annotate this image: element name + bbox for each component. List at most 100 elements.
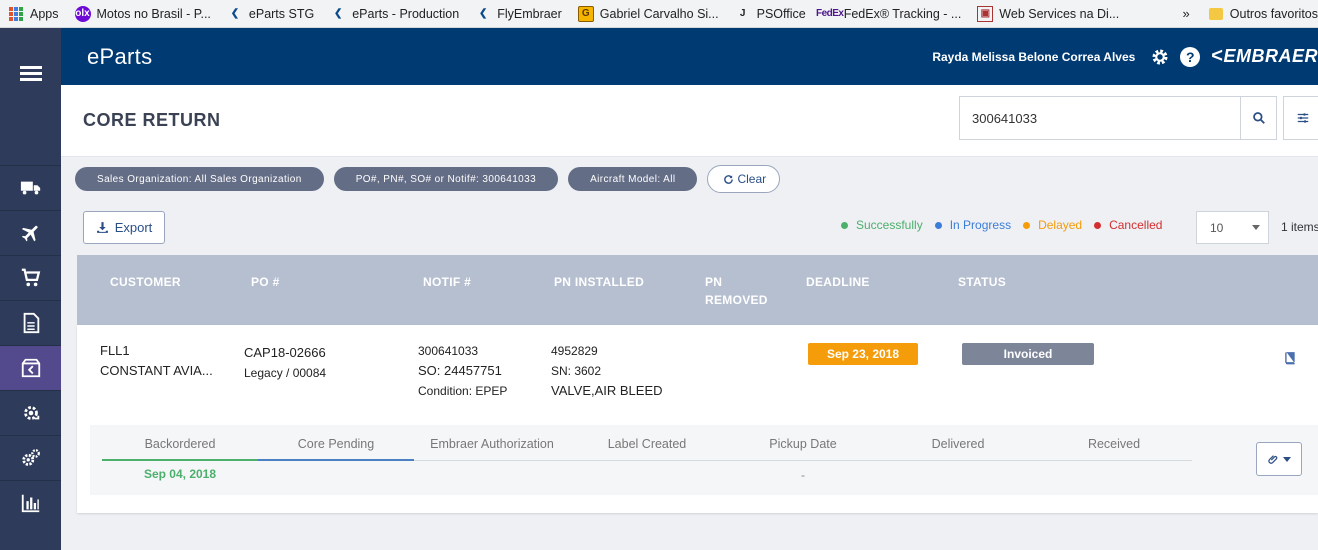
gear-icon[interactable]: [1150, 47, 1170, 67]
sidebar-item-cart[interactable]: [0, 255, 61, 300]
bookmark-psoffice[interactable]: J PSOffice: [727, 0, 814, 27]
customer-name: CONSTANT AVIA...: [100, 363, 213, 378]
sidebar-item-settings[interactable]: [0, 435, 61, 480]
customer-cell: FLL1 CONSTANT AVIA...: [100, 341, 213, 381]
brand-name[interactable]: eParts: [87, 44, 152, 70]
tracker-segment-current: [258, 459, 414, 461]
legend-label: Cancelled: [1109, 218, 1163, 232]
chip-aircraft-model[interactable]: Aircraft Model: All: [568, 167, 698, 191]
bookmark-eparts-production[interactable]: ❮ eParts - Production: [322, 0, 467, 27]
gear-exchange-icon: [23, 406, 39, 420]
legend-label: In Progress: [949, 218, 1012, 232]
notif-cell: 300641033 SO: 24457751 Condition: EPEP: [418, 341, 507, 401]
bookmark-label: Apps: [30, 6, 59, 21]
step-embraer-authorization: Embraer Authorization: [430, 437, 554, 451]
embraer-logo: <EMBRAER: [1211, 45, 1318, 68]
legend-successfully: Successfully: [841, 218, 923, 232]
gc-icon: G: [577, 5, 594, 22]
advanced-filter-button[interactable]: [1283, 96, 1318, 140]
chip-sales-org[interactable]: Sales Organization: All Sales Organizati…: [75, 167, 324, 191]
export-button[interactable]: Export: [83, 211, 165, 244]
bookmark-motos[interactable]: olx Motos no Brasil - P...: [67, 0, 219, 27]
bookmarks-bar: Apps olx Motos no Brasil - P... ❮ eParts…: [0, 0, 1318, 28]
bookmark-webservices[interactable]: ▣ Web Services na Di...: [969, 0, 1127, 27]
sidebar-item-core-return[interactable]: [0, 345, 61, 390]
sidebar-item-exchange[interactable]: [0, 390, 61, 435]
clear-filters-button[interactable]: Clear: [707, 165, 781, 193]
help-icon[interactable]: ?: [1180, 46, 1201, 67]
tracker-segment-complete: [102, 459, 258, 461]
chip-search-term[interactable]: PO#, PN#, SO# or Notif#: 300641033: [333, 167, 559, 191]
embraer-icon: ❮: [479, 8, 488, 19]
clear-label: Clear: [737, 172, 767, 186]
page-size-select[interactable]: 10: [1196, 211, 1269, 244]
step-received: Received: [1087, 437, 1141, 451]
bookmark-label: PSOffice: [756, 6, 806, 21]
embraer-icon: ❮: [334, 8, 343, 19]
legend-label: Successfully: [856, 218, 923, 232]
serial-number: SN: 3602: [551, 364, 602, 378]
sliders-icon: [1297, 113, 1309, 123]
book-icon[interactable]: [1283, 351, 1297, 365]
col-deadline: DEADLINE: [806, 275, 870, 289]
condition: Condition: EPEP: [418, 384, 508, 398]
bookmark-fedex[interactable]: FedEx FedEx® Tracking - ...: [814, 0, 970, 27]
package-return-icon: [21, 358, 40, 378]
part-description: VALVE,AIR BLEED: [551, 383, 663, 398]
customer-code: FLL1: [100, 343, 130, 358]
caret-down-icon: [1283, 456, 1291, 462]
paperclip-icon: [1268, 454, 1278, 464]
logo-arrow-icon: <: [1211, 45, 1224, 67]
step-label-created: Label Created: [607, 437, 687, 451]
col-pn-removed: PN REMOVED: [705, 275, 768, 307]
sidebar-item-reports[interactable]: [0, 480, 61, 525]
step-delivered: Delivered: [931, 437, 985, 451]
logo-text: EMBRAER: [1223, 46, 1318, 66]
table-header: CUSTOMER PO # NOTIF # PN INSTALLED PN RE…: [77, 255, 1318, 325]
legend-dot: [841, 221, 848, 229]
bookmark-label: FlyEmbraer: [497, 6, 562, 21]
refresh-icon: [724, 174, 734, 184]
status-badge: Invoiced: [962, 343, 1094, 365]
search-button[interactable]: [1240, 97, 1276, 139]
gears-icon: [21, 449, 40, 466]
step-pickup-date: Pickup Date: [769, 437, 837, 451]
notif-number: 300641033: [418, 344, 479, 358]
legend-dot: [934, 221, 942, 229]
col-status: STATUS: [958, 275, 1007, 289]
caret-down-icon: [1252, 225, 1260, 230]
bookmark-gabriel[interactable]: G Gabriel Carvalho Si...: [570, 0, 727, 27]
page-title: CORE RETURN: [83, 110, 221, 130]
bookmark-apps[interactable]: Apps: [0, 0, 67, 27]
sidebar-item-aircraft[interactable]: [0, 210, 61, 255]
bookmarks-overflow-chevron[interactable]: »: [1173, 0, 1200, 27]
psoffice-icon: J: [739, 8, 746, 19]
folder-icon: [1208, 6, 1224, 22]
bookmark-flyembraer[interactable]: ❮ FlyEmbraer: [467, 0, 570, 27]
webservice-icon: ▣: [977, 5, 994, 22]
items-count: 1 items: [1281, 220, 1318, 234]
table-row[interactable]: FLL1 CONSTANT AVIA... CAP18-02666 Legacy…: [77, 325, 1318, 513]
menu-hamburger-icon[interactable]: [19, 63, 42, 84]
pn-installed: 4952829: [551, 344, 598, 358]
sidebar-item-documents[interactable]: [0, 300, 61, 345]
bookmark-other-folder[interactable]: Outros favoritos: [1200, 0, 1318, 27]
bar-chart-icon: [21, 494, 39, 513]
fedex-icon: FedEx: [815, 8, 844, 19]
col-po: PO #: [251, 275, 280, 289]
legend-dot: [1094, 221, 1102, 229]
user-name[interactable]: Rayda Melissa Belone Correa Alves: [932, 50, 1135, 64]
legend-in-progress: In Progress: [934, 218, 1012, 232]
attachment-dropdown-button[interactable]: [1256, 442, 1302, 476]
bookmark-eparts-stg[interactable]: ❮ eParts STG: [219, 0, 322, 27]
search-icon: [1252, 112, 1265, 124]
po-sub: Legacy / 00084: [244, 366, 327, 380]
step-core-pending: Core Pending: [297, 437, 375, 451]
search-input[interactable]: [960, 97, 1240, 139]
sidebar-item-shipping[interactable]: [0, 165, 61, 210]
bookmark-label: eParts STG: [248, 6, 315, 21]
olx-icon: olx: [74, 5, 91, 22]
status-tracker: Backordered Core Pending Embraer Authori…: [90, 425, 1318, 495]
deadline-badge: Sep 23, 2018: [808, 343, 918, 365]
export-label: Export: [114, 220, 153, 235]
